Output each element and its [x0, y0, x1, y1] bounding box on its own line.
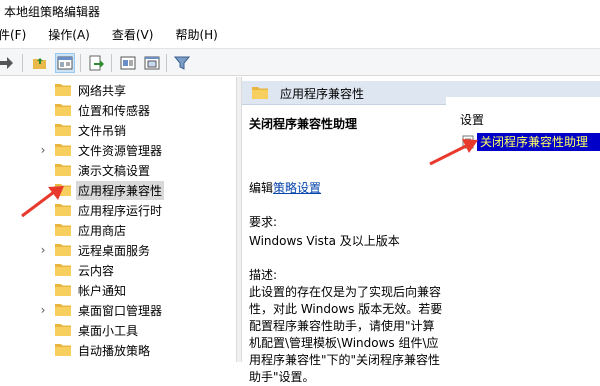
- chevron-right-icon[interactable]: ›: [38, 143, 48, 157]
- folder-icon: [55, 83, 71, 99]
- tree-item-label: 演示文稿设置: [78, 163, 151, 178]
- policy-title: 关闭程序兼容性助理: [249, 117, 358, 131]
- requirements-value: Windows Vista 及以上版本: [249, 234, 400, 248]
- help-icon[interactable]: [118, 53, 138, 73]
- tree-item-label: 文件资源管理器: [78, 143, 163, 158]
- tree-item-label: 云内容: [78, 263, 115, 278]
- folder-icon: [55, 323, 71, 339]
- tree-item[interactable]: › 文件资源管理器: [0, 140, 236, 160]
- folder-icon: [55, 123, 71, 139]
- description-label: 描述:: [249, 268, 278, 282]
- tree-item[interactable]: › 桌面窗口管理器: [0, 300, 236, 320]
- menu-help[interactable]: 帮助(H): [175, 24, 217, 46]
- tree-item[interactable]: 桌面小工具: [0, 320, 236, 340]
- tree-item-label: 桌面窗口管理器: [78, 303, 163, 318]
- window-title: 本地组策略编辑器: [0, 0, 600, 24]
- folder-icon: [55, 183, 71, 199]
- policy-tree: 网络共享位置和传感器 文件吊销 › 文件资源管理器 演示文稿设置应用程序兼容性应用程序运…: [0, 77, 236, 362]
- folder-icon: [55, 263, 71, 279]
- tree-item-label: 文件吊销: [78, 123, 127, 138]
- chevron-right-icon[interactable]: ›: [38, 243, 48, 257]
- folder-icon: [55, 283, 71, 299]
- tree-item-label: 位置和传感器: [78, 103, 151, 118]
- tree-item-label: 自动播放策略: [78, 343, 151, 358]
- tree-item[interactable]: 应用程序兼容性: [0, 180, 236, 200]
- tree-item-label: 帐户通知: [78, 283, 127, 298]
- settings-column-header[interactable]: 设置: [460, 111, 484, 128]
- tree-item[interactable]: 应用程序运行时: [0, 200, 236, 220]
- menu-view[interactable]: 查看(V): [112, 24, 154, 46]
- properties-icon[interactable]: [142, 53, 162, 73]
- menu-action[interactable]: 操作(A): [48, 24, 90, 46]
- tree-item-label: 应用程序兼容性: [76, 180, 165, 200]
- description-panel: 关闭程序兼容性助理 编辑策略设置 要求: Windows Vista 及以上版本…: [242, 105, 446, 384]
- folder-icon: [55, 243, 71, 259]
- folder-icon: [55, 203, 71, 219]
- description-value: 此设置的存在仅是为了实现后向兼容性，对此 Windows 版本无效。若要配置程序…: [249, 285, 443, 384]
- folder-icon: [55, 143, 71, 159]
- folder-icon: [55, 223, 71, 239]
- tree-item[interactable]: › 远程桌面服务: [0, 240, 236, 260]
- up-folder-icon[interactable]: [30, 53, 50, 73]
- tree-item[interactable]: 自动播放策略: [0, 340, 236, 360]
- settings-list: 设置 关闭程序兼容性助理: [446, 97, 600, 362]
- policy-settings-link[interactable]: 策略设置: [273, 181, 321, 195]
- tree-item[interactable]: 文件吊销: [0, 120, 236, 140]
- tree-item-label: 桌面小工具: [78, 323, 139, 338]
- tree-item[interactable]: 网络共享: [0, 80, 236, 100]
- tree-item[interactable]: 演示文稿设置: [0, 160, 236, 180]
- show-tree-icon[interactable]: [55, 53, 75, 73]
- settings-row[interactable]: 关闭程序兼容性助理: [460, 132, 600, 152]
- tree-item-label: 远程桌面服务: [78, 243, 151, 258]
- details-header-title: 应用程序兼容性: [280, 87, 365, 101]
- edit-prefix: 编辑: [249, 181, 274, 195]
- export-list-icon[interactable]: [86, 53, 106, 73]
- folder-icon: [55, 163, 71, 179]
- forward-arrow-icon[interactable]: [0, 53, 16, 73]
- menu-bar: 件(F) 操作(A) 查看(V) 帮助(H): [0, 24, 600, 46]
- menu-file[interactable]: 件(F): [0, 24, 26, 46]
- edit-policy-line: 编辑策略设置: [249, 179, 321, 196]
- policy-setting-icon: [462, 135, 474, 152]
- tree-item-label: 应用程序运行时: [78, 203, 163, 218]
- tree-item-label: 网络共享: [78, 83, 127, 98]
- folder-icon: [252, 86, 268, 102]
- folder-icon: [55, 343, 71, 359]
- filter-icon[interactable]: [172, 53, 192, 73]
- folder-icon: [55, 103, 71, 119]
- selected-setting[interactable]: 关闭程序兼容性助理: [477, 133, 600, 151]
- tree-item-label: 应用商店: [78, 223, 127, 238]
- tree-item[interactable]: 帐户通知: [0, 280, 236, 300]
- chevron-right-icon[interactable]: ›: [38, 303, 48, 317]
- tree-item[interactable]: 位置和传感器: [0, 100, 236, 120]
- tree-item[interactable]: 云内容: [0, 260, 236, 280]
- folder-icon: [55, 303, 71, 319]
- requirements-label: 要求:: [249, 215, 278, 229]
- details-pane: 应用程序兼容性 关闭程序兼容性助理 编辑策略设置 要求: Windows Vis…: [242, 77, 600, 384]
- toolbar: [0, 48, 600, 76]
- tree-item[interactable]: 应用商店: [0, 220, 236, 240]
